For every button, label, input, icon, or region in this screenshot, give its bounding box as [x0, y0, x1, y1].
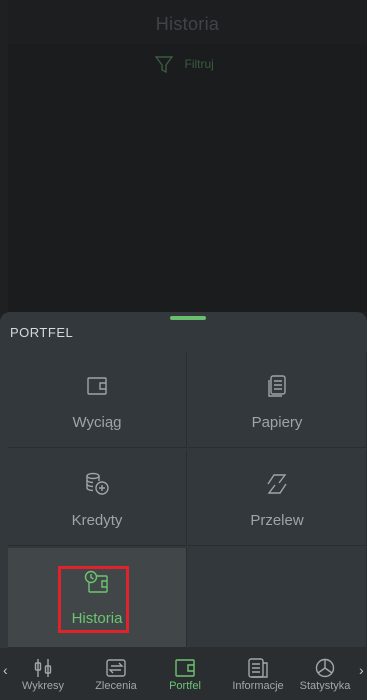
tile-label: Przelew: [250, 512, 304, 529]
highlight-box: [58, 566, 129, 633]
scroll-left-arrow[interactable]: ‹: [3, 662, 8, 678]
tile-label: Wyciąg: [72, 414, 122, 431]
candlestick-icon: [34, 659, 52, 677]
nav-portfel[interactable]: Portfel: [158, 648, 212, 700]
bottom-nav: Wykresy Zlecenia Portfel Informacje Stat…: [0, 648, 367, 700]
exchange-icon: [106, 659, 126, 677]
nav-label: Statystyka: [299, 680, 351, 692]
news-icon: [248, 658, 268, 678]
nav-zlecenia[interactable]: Zlecenia: [84, 648, 148, 700]
pie-chart-icon: [315, 658, 335, 678]
nav-label: Informacje: [232, 680, 284, 692]
tile-kredyty[interactable]: Kredyty: [8, 450, 187, 546]
sheet-title: PORTFEL: [10, 325, 74, 340]
wallet-icon: [8, 374, 186, 398]
funnel-icon: [153, 56, 184, 74]
wallet-icon: [175, 659, 195, 677]
scroll-right-arrow[interactable]: ›: [359, 662, 364, 678]
history-background: [8, 0, 367, 312]
nav-informacje[interactable]: Informacje: [224, 648, 292, 700]
transfer-icon: [188, 472, 366, 496]
nav-label: Wykresy: [21, 680, 65, 692]
drag-handle[interactable]: [170, 316, 206, 320]
documents-icon: [188, 374, 366, 398]
tile-label: Kredyty: [71, 512, 123, 529]
tile-wyciag[interactable]: Wyciąg: [8, 352, 187, 448]
tile-label: Papiery: [251, 414, 303, 431]
nav-statystyka[interactable]: Statystyka: [292, 648, 358, 700]
nav-label: Portfel: [169, 680, 201, 692]
tile-empty: [188, 548, 367, 648]
filter-button[interactable]: Filtruj: [0, 54, 367, 76]
nav-label: Zlecenia: [95, 680, 137, 692]
tile-papiery[interactable]: Papiery: [188, 352, 367, 448]
coins-plus-icon: [8, 472, 186, 496]
tile-przelew[interactable]: Przelew: [188, 450, 367, 546]
nav-wykresy[interactable]: Wykresy: [12, 648, 74, 700]
filter-label: Filtruj: [184, 57, 214, 72]
page-title: Historia: [155, 14, 220, 34]
portfel-sheet: PORTFEL Wyciąg Papiery Kredyty Przelew H…: [0, 312, 367, 648]
history-header: Historia: [8, 0, 367, 44]
